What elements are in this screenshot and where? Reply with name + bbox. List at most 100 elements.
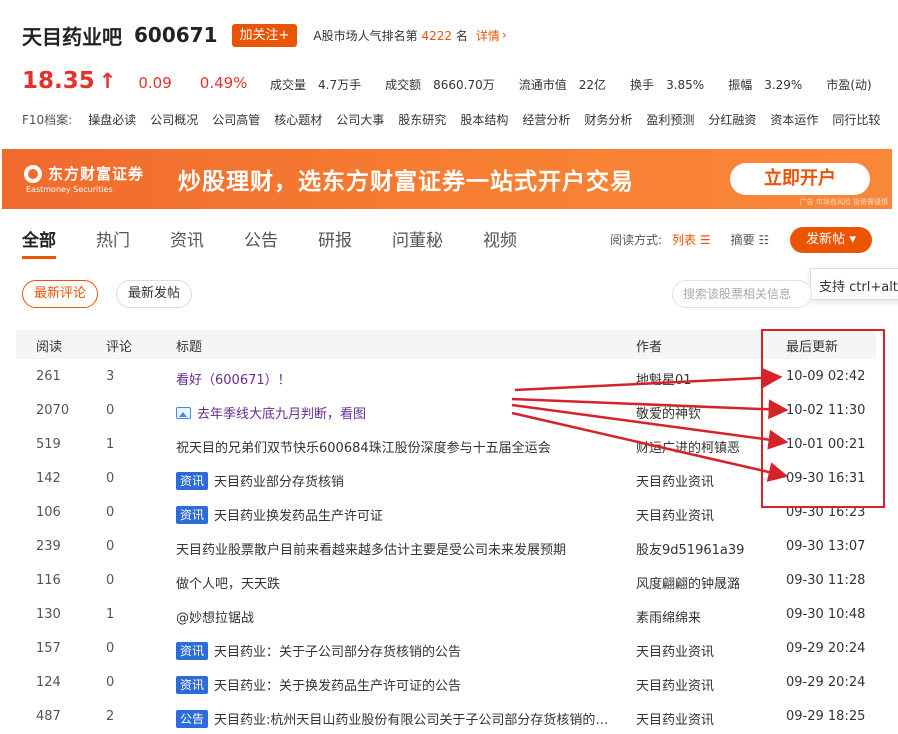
news-tag: 资讯 [176,675,209,694]
f10-item[interactable]: 资本运作 [770,111,818,128]
post-title-text[interactable]: 做个人吧，天天跌 [176,573,280,592]
f10-item[interactable]: 股本结构 [460,111,508,128]
table-row: 261 3 看好（600671）！ 地魁星01 10-09 02:42 [16,360,876,394]
post-title-text[interactable]: 天目药业换发药品生产许可证 [214,505,383,524]
tab-ask-secretary[interactable]: 问董秘 [392,226,443,258]
stat-volume: 成交量 4.7万手 [270,76,361,93]
read-count: 116 [36,573,61,588]
post-title[interactable]: 去年季线大底九月判断，看图 [176,403,616,422]
f10-item[interactable]: 公司大事 [336,111,384,128]
updated-time: 09-30 13:07 [786,539,866,554]
post-author[interactable]: 天目药业资讯 [636,471,766,490]
post-author[interactable]: 敬爱的神钦 [636,403,766,422]
f10-item[interactable]: 分红融资 [708,111,756,128]
comment-count: 1 [106,607,115,622]
tab-all[interactable]: 全部 [22,226,56,259]
post-title[interactable]: 资讯 天目药业换发药品生产许可证 [176,505,616,524]
follow-button[interactable]: 加关注+ [231,23,298,47]
post-title-text[interactable]: @妙想拉锯战 [176,607,254,626]
announcement-tag: 公告 [176,709,209,728]
read-count: 2070 [36,403,70,418]
stat-pe: 市盈(动) [826,76,871,93]
post-title[interactable]: 资讯 天目药业：关于换发药品生产许可证的公告 [176,675,616,694]
post-title-text[interactable]: 天目药业：关于换发药品生产许可证的公告 [214,675,461,694]
post-title[interactable]: 公告 天目药业:杭州天目山药业股份有限公司关于子公司部分存货核销的公告 [176,709,616,728]
stat-label: 振幅 [728,78,753,92]
post-author[interactable]: 地魁星01 [636,369,766,388]
price-change-pct: 0.49% [199,74,248,92]
stat-label: 成交额 [385,78,422,92]
stat-float-cap: 流通市值 22亿 [519,76,606,93]
f10-item[interactable]: 核心题材 [274,111,322,128]
shortcut-tooltip: 支持 ctrl+alt+ [810,268,898,300]
sort-latest-post[interactable]: 最新发帖 [116,280,193,308]
quote-row: 18.35 ↑ 0.09 0.49% [22,68,247,98]
post-title[interactable]: 祝天目的兄弟们双节快乐600684珠江股份深度参与十五届全运会 [176,437,606,456]
post-title[interactable]: 资讯 天目药业部分存货核销 [176,471,616,490]
post-title-text[interactable]: 天目药业：关于子公司部分存货核销的公告 [214,641,461,660]
post-title-text[interactable]: 看好（600671）！ [176,369,291,388]
table-row: 519 1 祝天目的兄弟们双节快乐600684珠江股份深度参与十五届全运会 财运… [16,428,876,462]
open-account-button[interactable]: 立即开户 [730,163,870,195]
post-title[interactable]: 资讯 天目药业：关于子公司部分存货核销的公告 [176,641,616,660]
summary-mode-toggle[interactable]: 摘要 ☷ [731,231,770,248]
comment-count: 0 [106,471,115,486]
f10-item[interactable]: 公司概况 [150,111,198,128]
tab-research[interactable]: 研报 [318,226,352,258]
f10-item[interactable]: 同行比较 [832,111,880,128]
rank-suffix: 名 [455,28,468,43]
title-row: 天目药业吧 600671 加关注+ A股市场人气排名第 4222 名 详情 › [22,20,507,50]
tab-announcements[interactable]: 公告 [244,226,278,258]
stat-label: 成交量 [270,78,307,92]
tab-video[interactable]: 视频 [483,226,517,258]
comment-count: 2 [106,709,115,724]
f10-item[interactable]: 盈利预测 [646,111,694,128]
f10-item[interactable]: 经营分析 [522,111,570,128]
stat-label: 市盈(动) [826,78,872,92]
post-author[interactable]: 天目药业资讯 [636,675,766,694]
stock-search-input[interactable]: 搜索该股票相关信息 [672,280,812,308]
current-price: 18.35 [22,68,95,94]
post-author[interactable]: 财运广进的柯镇恶 [636,437,766,456]
list-mode-toggle[interactable]: 列表 ☰ [672,231,711,248]
post-title-text[interactable]: 去年季线大底九月判断，看图 [197,403,366,422]
updated-time: 09-30 11:28 [786,573,866,588]
post-author[interactable]: 素雨绵绵来 [636,607,766,626]
post-author[interactable]: 股友9d51961a39 [636,539,766,558]
tab-hot[interactable]: 热门 [96,226,130,258]
f10-item[interactable]: 操盘必读 [88,111,136,128]
rank-detail-link[interactable]: 详情 [476,27,500,44]
post-title[interactable]: 看好（600671）！ [176,369,616,388]
updated-time: 09-29 20:24 [786,675,866,690]
post-title-text[interactable]: 天目药业部分存货核销 [214,471,344,490]
bar-name[interactable]: 天目药业吧 [22,21,122,50]
read-count: 157 [36,641,61,656]
sort-latest-comment[interactable]: 最新评论 [22,280,99,308]
post-title-text[interactable]: 祝天目的兄弟们双节快乐600684珠江股份深度参与十五届全运会 [176,437,551,456]
f10-item[interactable]: 公司高管 [212,111,260,128]
post-title[interactable]: @妙想拉锯战 [176,607,616,626]
post-author[interactable]: 风度翩翩的钟晟潞 [636,573,766,592]
ad-disclaimer: 广告 市场有风险 投资需谨慎 [799,198,888,206]
ad-banner[interactable]: 东方财富证券 Eastmoney Securities 炒股理财，选东方财富证券… [2,149,892,209]
new-post-button[interactable]: 发新帖 ▾ [790,227,872,253]
updated-time: 09-29 20:24 [786,641,866,656]
post-author[interactable]: 天目药业资讯 [636,709,766,728]
stock-code: 600671 [134,23,218,47]
post-title[interactable]: 做个人吧，天天跌 [176,573,616,592]
f10-item[interactable]: 股东研究 [398,111,446,128]
post-title-text[interactable]: 天目药业股票散户目前来看越来越多估计主要是受公司未来发展预期 [176,539,566,558]
post-title[interactable]: 天目药业股票散户目前来看越来越多估计主要是受公司未来发展预期 [176,539,616,558]
tab-news[interactable]: 资讯 [170,226,204,258]
stock-header: 天目药业吧 600671 加关注+ A股市场人气排名第 4222 名 详情 › … [0,0,898,148]
annotation-highlight-box [761,329,885,508]
post-author[interactable]: 天目药业资讯 [636,641,766,660]
table-row: 124 0 资讯 天目药业：关于换发药品生产许可证的公告 天目药业资讯 09-29… [16,666,876,700]
summary-mode-label: 摘要 [730,233,755,247]
post-author[interactable]: 天目药业资讯 [636,505,766,524]
updated-time: 09-30 10:48 [786,607,866,622]
post-table-header: 阅读 评论 标题 作者 最后更新 [16,330,876,359]
header-author: 作者 [636,340,663,355]
post-title-text[interactable]: 天目药业:杭州天目山药业股份有限公司关于子公司部分存货核销的公告 [214,709,616,728]
f10-item[interactable]: 财务分析 [584,111,632,128]
